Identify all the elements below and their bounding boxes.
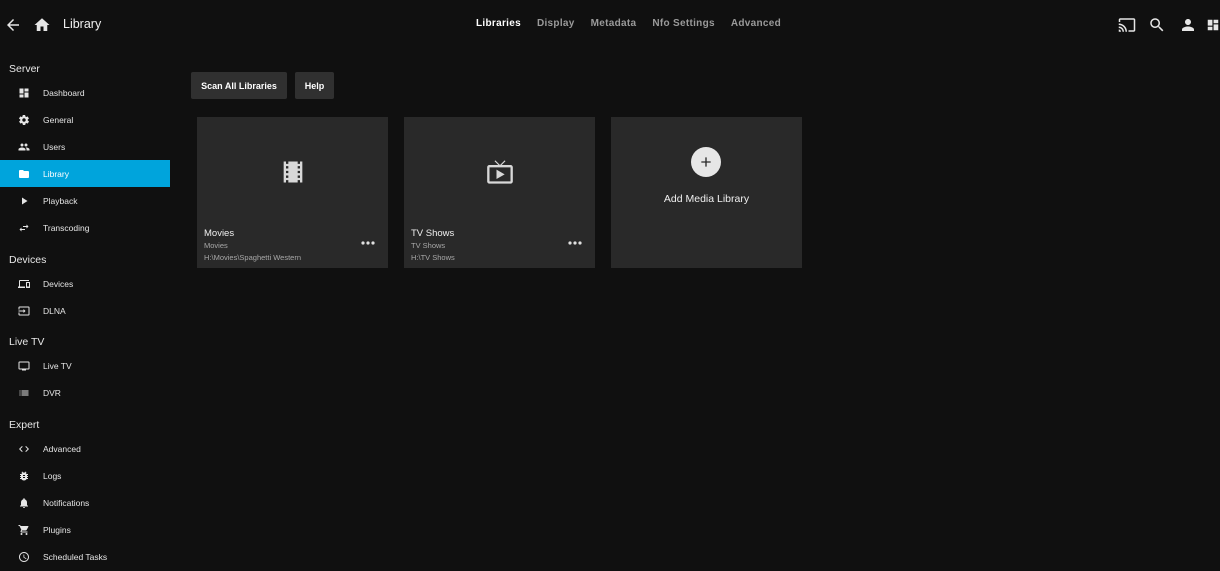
tab-libraries[interactable]: Libraries	[468, 18, 529, 29]
list-icon	[17, 386, 30, 399]
folder-icon	[17, 167, 30, 180]
live-tv-icon	[404, 117, 595, 227]
gear-icon	[17, 113, 30, 126]
sidebar-item-devices[interactable]: Devices	[0, 270, 170, 297]
clock-icon	[17, 550, 30, 563]
tab-nfo-settings[interactable]: Nfo Settings	[644, 18, 723, 29]
tv-icon	[17, 359, 30, 372]
sidebar-item-library[interactable]: Library	[0, 160, 170, 187]
swap-icon	[17, 221, 30, 234]
sidebar-item-logs[interactable]: Logs	[0, 462, 170, 489]
sidebar-item-transcoding[interactable]: Transcoding	[0, 214, 170, 241]
sidebar-item-label: Scheduled Tasks	[43, 551, 108, 562]
tab-bar: Libraries Display Metadata Nfo Settings …	[468, 18, 789, 29]
sidebar-item-label: Advanced	[43, 443, 81, 454]
sidebar-item-notifications[interactable]: Notifications	[0, 489, 170, 516]
page-title: Library	[63, 17, 102, 31]
dashboard-icon[interactable]	[1206, 14, 1220, 36]
film-icon	[197, 117, 388, 227]
library-name: Movies	[204, 228, 235, 239]
library-name: TV Shows	[411, 228, 455, 239]
sidebar-item-label: DLNA	[43, 305, 66, 316]
add-media-library-card[interactable]: Add Media Library	[611, 117, 802, 268]
cast-icon[interactable]	[1116, 14, 1138, 36]
more-options-icon[interactable]	[567, 237, 583, 249]
sidebar-item-playback[interactable]: Playback	[0, 187, 170, 214]
sidebar-item-label: Live TV	[43, 360, 72, 371]
dashboard-icon	[17, 86, 30, 99]
sidebar-item-label: Users	[43, 141, 66, 152]
home-icon[interactable]	[31, 14, 53, 36]
tab-advanced[interactable]: Advanced	[723, 18, 789, 29]
library-type: TV Shows	[411, 241, 446, 250]
section-title-expert: Expert	[9, 419, 40, 431]
sidebar-item-label: Devices	[43, 278, 74, 289]
sidebar-item-label: Playback	[43, 195, 78, 206]
sidebar-item-label: Plugins	[43, 524, 71, 535]
library-card-movies[interactable]: Movies Movies H:\Movies\Spaghetti Wester…	[197, 117, 388, 268]
sidebar-item-label: Dashboard	[43, 87, 85, 98]
add-circle-icon	[691, 147, 721, 177]
sidebar-item-scheduled-tasks[interactable]: Scheduled Tasks	[0, 543, 170, 570]
section-title-server: Server	[9, 63, 40, 75]
tab-metadata[interactable]: Metadata	[583, 18, 645, 29]
sidebar-item-label: Notifications	[43, 497, 90, 508]
app-header: Library Libraries Display Metadata Nfo S…	[0, 0, 1220, 50]
more-options-icon[interactable]	[360, 237, 376, 249]
code-icon	[17, 442, 30, 455]
sidebar-item-live-tv[interactable]: Live TV	[0, 352, 170, 379]
tab-display[interactable]: Display	[529, 18, 583, 29]
library-card-tv-shows[interactable]: TV Shows TV Shows H:\TV Shows	[404, 117, 595, 268]
library-path: H:\TV Shows	[411, 253, 455, 262]
user-icon[interactable]	[1177, 14, 1199, 36]
sidebar-item-dlna[interactable]: DLNA	[0, 297, 170, 324]
library-path: H:\Movies\Spaghetti Western	[204, 253, 301, 262]
play-icon	[17, 194, 30, 207]
search-icon[interactable]	[1146, 14, 1168, 36]
sidebar-item-label: Library	[43, 168, 69, 179]
people-icon	[17, 140, 30, 153]
sidebar-item-plugins[interactable]: Plugins	[0, 516, 170, 543]
library-type: Movies	[204, 241, 228, 250]
section-title-devices: Devices	[9, 254, 47, 266]
sidebar-item-label: Transcoding	[43, 222, 90, 233]
help-button[interactable]: Help	[295, 72, 334, 99]
scan-all-libraries-button[interactable]: Scan All Libraries	[191, 72, 287, 99]
sidebar-item-users[interactable]: Users	[0, 133, 170, 160]
back-arrow-icon[interactable]	[2, 14, 24, 36]
sidebar-item-label: Logs	[43, 470, 62, 481]
devices-icon	[17, 277, 30, 290]
sidebar-item-dashboard[interactable]: Dashboard	[0, 79, 170, 106]
sidebar-item-general[interactable]: General	[0, 106, 170, 133]
cart-icon	[17, 523, 30, 536]
add-media-library-label: Add Media Library	[663, 193, 750, 205]
sidebar-item-label: DVR	[43, 387, 61, 398]
sidebar-item-dvr[interactable]: DVR	[0, 379, 170, 406]
sidebar-item-advanced[interactable]: Advanced	[0, 435, 170, 462]
sidebar: Server Dashboard General Users Library P…	[0, 50, 170, 571]
input-icon	[17, 304, 30, 317]
bug-icon	[17, 469, 30, 482]
sidebar-item-label: General	[43, 114, 74, 125]
bell-icon	[17, 496, 30, 509]
section-title-live-tv: Live TV	[9, 336, 45, 348]
